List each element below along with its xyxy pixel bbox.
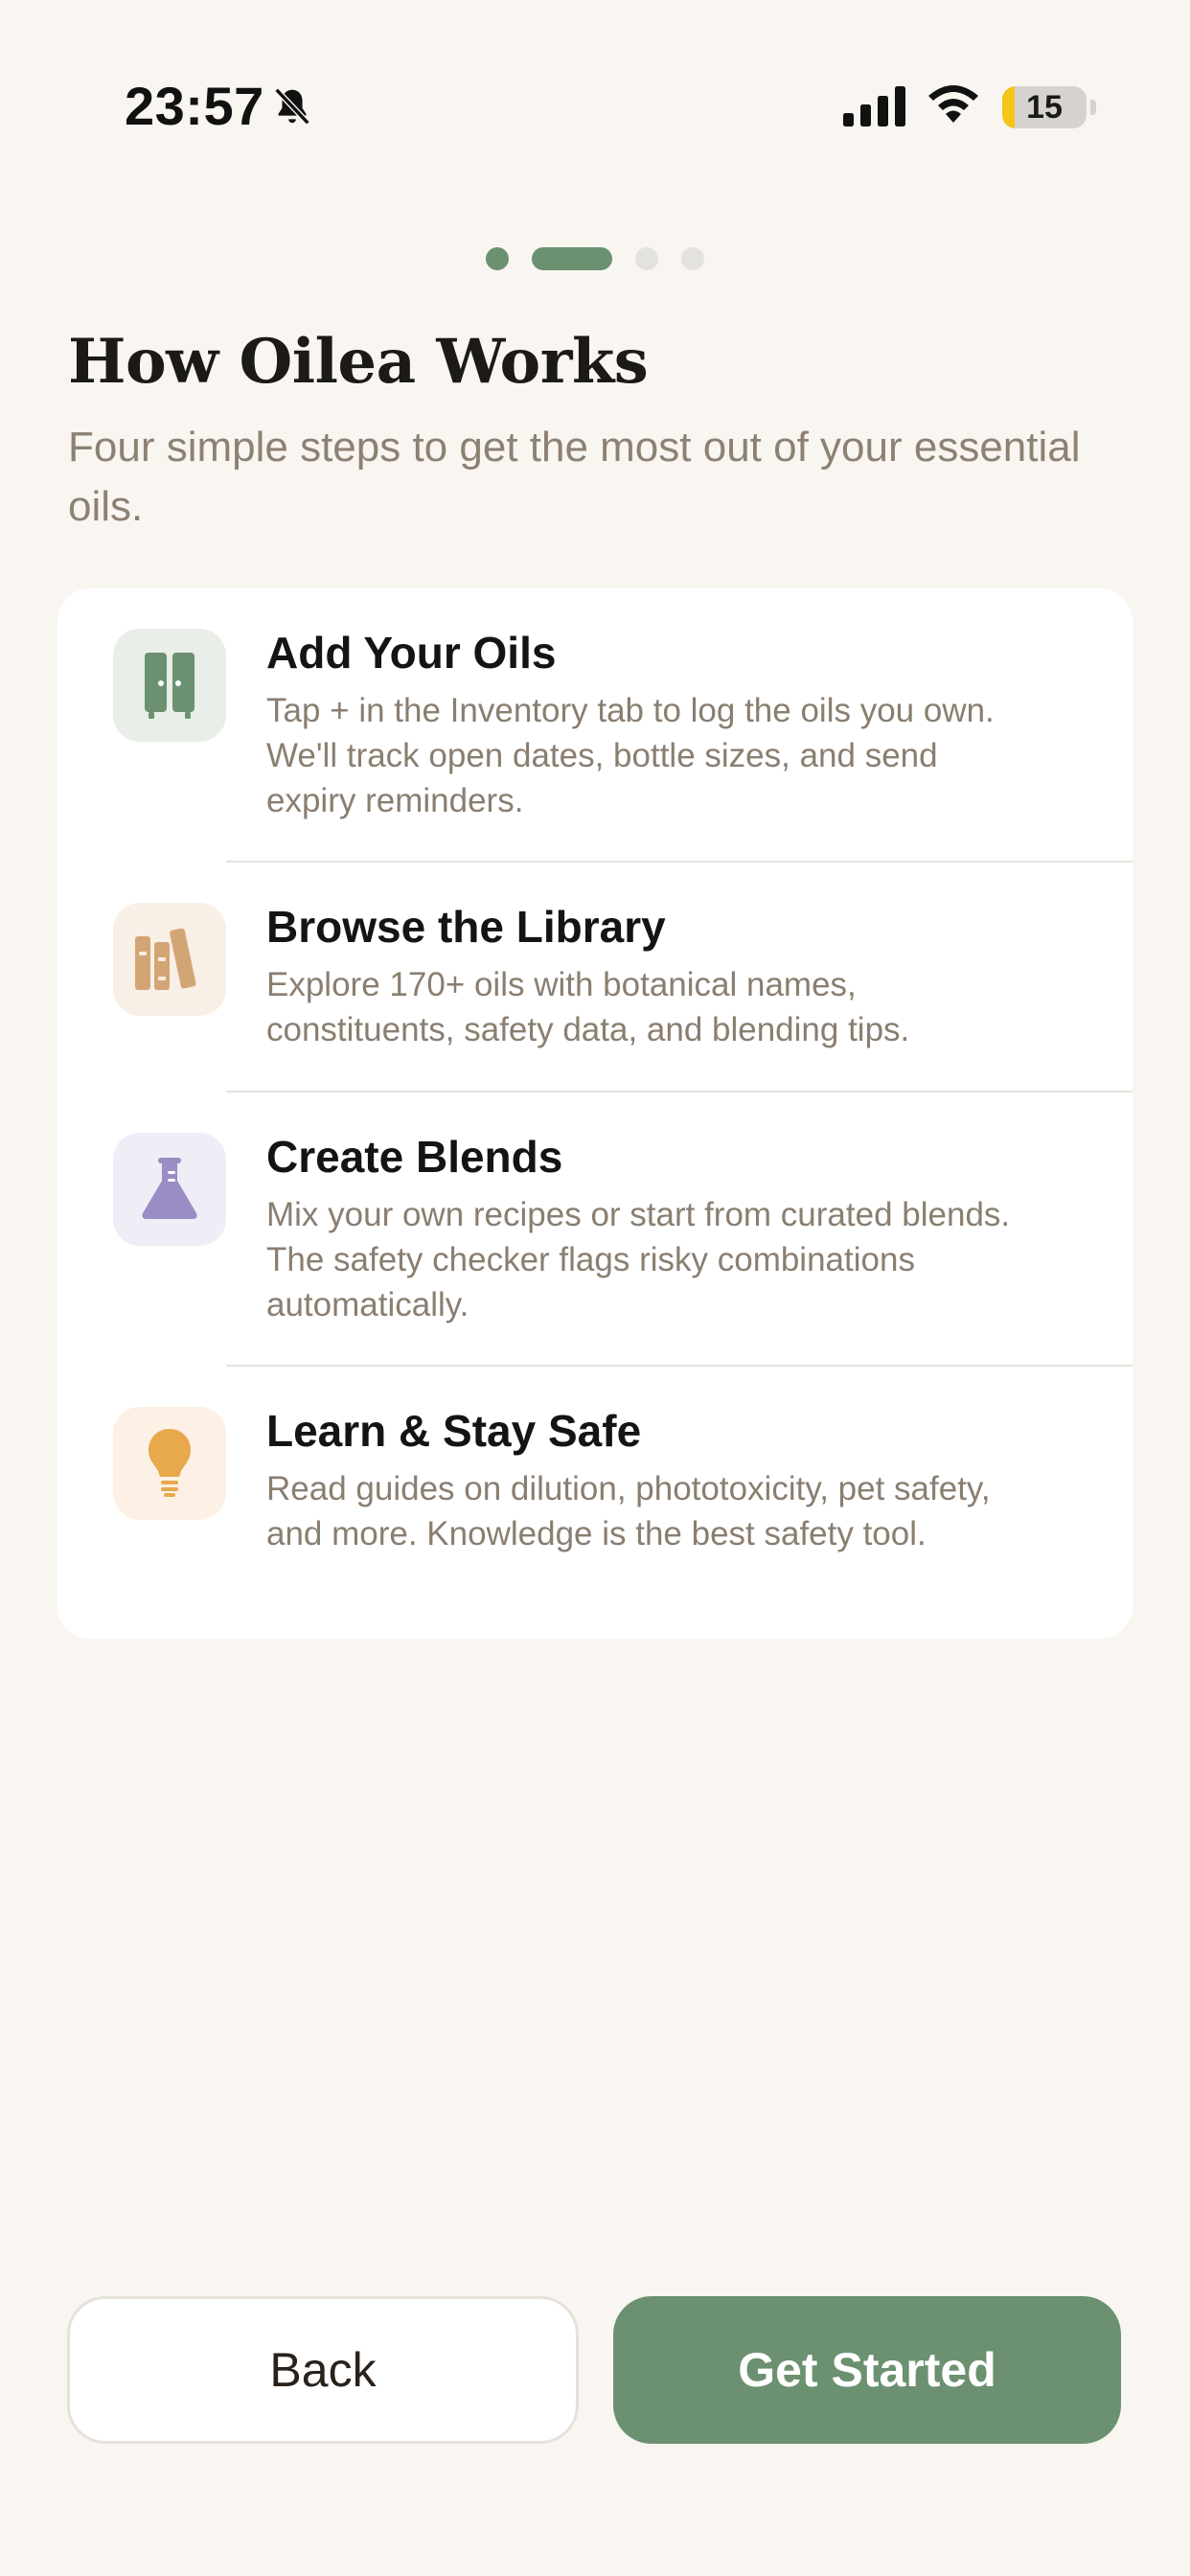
step-title: Add Your Oils — [266, 628, 557, 678]
page-title: How Oilea Works — [68, 326, 649, 398]
page-dot — [681, 247, 704, 270]
step-description: Mix your own recipes or start from curat… — [266, 1196, 1011, 1323]
page-dot — [486, 247, 509, 270]
page-indicator — [0, 247, 1190, 270]
bell-slash-icon — [274, 87, 310, 126]
battery-level: 15 — [1026, 88, 1063, 126]
page-subtitle: Four simple steps to get the most out of… — [68, 424, 1081, 530]
battery-tip — [1090, 100, 1096, 115]
onboarding-screen: 23:57 15 How Oilea Works Four simple ste… — [0, 0, 1190, 2576]
battery-icon: 15 — [1002, 86, 1087, 128]
wifi-icon — [928, 85, 978, 123]
step-title: Learn & Stay Safe — [266, 1406, 642, 1456]
step-description: Explore 170+ oils with botanical names, … — [266, 966, 910, 1048]
step-title: Browse the Library — [266, 902, 666, 952]
step-icon-box — [113, 1133, 226, 1246]
lightbulb-icon — [149, 1429, 191, 1497]
cellular-signal-icon — [843, 86, 905, 126]
step-learn-safe: Learn & Stay Safe Read guides on dilutio… — [57, 1367, 1133, 1639]
step-icon-box — [113, 629, 226, 742]
get-started-button[interactable]: Get Started — [613, 2296, 1121, 2444]
books-icon — [135, 929, 196, 990]
status-bar: 23:57 15 — [0, 0, 1190, 192]
status-time: 23:57 — [125, 76, 264, 136]
step-browse-library: Browse the Library Explore 170+ oils wit… — [57, 862, 1133, 1091]
step-create-blends: Create Blends Mix your own recipes or st… — [57, 1092, 1133, 1365]
page-dot — [635, 247, 658, 270]
step-icon-box — [113, 1407, 226, 1520]
steps-card: Add Your Oils Tap + in the Inventory tab… — [57, 588, 1133, 1639]
page-dot-current — [532, 247, 612, 270]
step-icon-box — [113, 903, 226, 1016]
step-add-oils: Add Your Oils Tap + in the Inventory tab… — [57, 588, 1133, 861]
back-button[interactable]: Back — [67, 2296, 579, 2444]
cabinet-icon — [145, 653, 195, 719]
flask-icon — [142, 1158, 197, 1219]
step-description: Tap + in the Inventory tab to log the oi… — [266, 692, 995, 819]
step-title: Create Blends — [266, 1132, 563, 1182]
step-description: Read guides on dilution, phototoxicity, … — [266, 1470, 991, 1552]
